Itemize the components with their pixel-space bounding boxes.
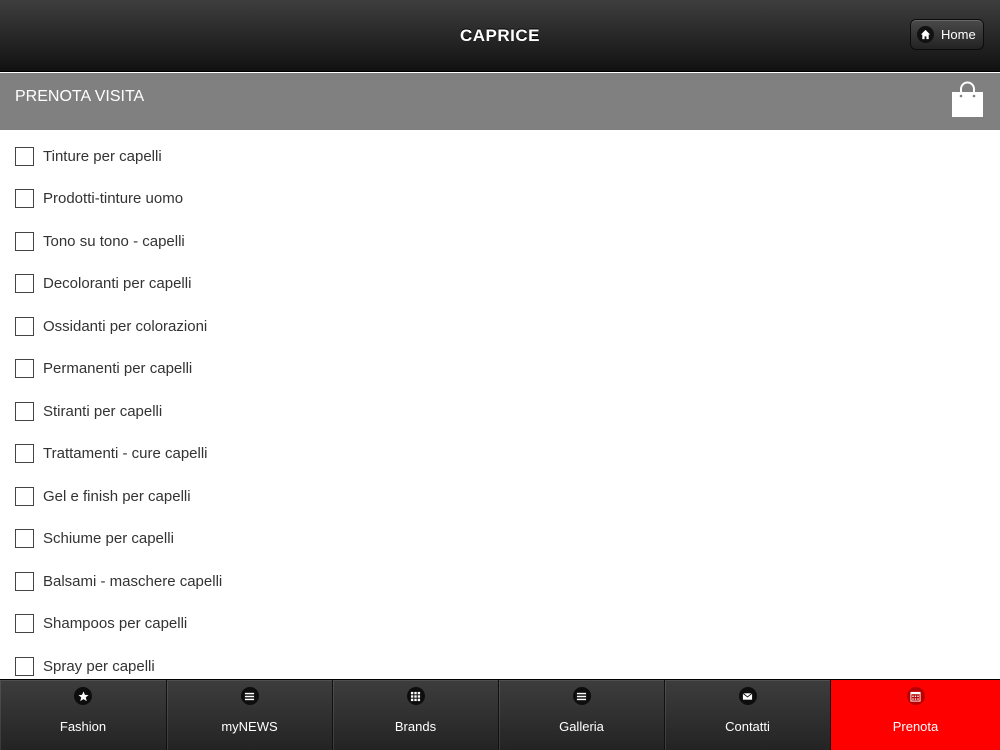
tab-fashion[interactable]: Fashion bbox=[0, 680, 167, 750]
list-item[interactable]: Shampoos per capelli bbox=[0, 608, 600, 638]
section-bar: PRENOTA VISITA bbox=[0, 73, 1000, 130]
bottom-tab-bar: Fashion myNEWS Brands Galleria Contatti bbox=[0, 679, 1000, 750]
list-item[interactable]: Schiume per capelli bbox=[0, 523, 600, 553]
checkbox[interactable] bbox=[15, 571, 34, 591]
checkbox[interactable] bbox=[15, 316, 34, 336]
checkbox[interactable] bbox=[15, 486, 34, 506]
list-item-label: Spray per capelli bbox=[43, 657, 155, 675]
list-item-label: Tono su tono - capelli bbox=[43, 232, 185, 250]
section-title: PRENOTA VISITA bbox=[15, 88, 145, 105]
list-icon bbox=[240, 687, 259, 705]
list-item[interactable]: Decoloranti per capelli bbox=[0, 268, 600, 298]
list-item[interactable]: Stiranti per capelli bbox=[0, 396, 600, 426]
list-item[interactable]: Gel e finish per capelli bbox=[0, 481, 600, 511]
checkbox[interactable] bbox=[15, 528, 34, 548]
tab-mynews[interactable]: myNEWS bbox=[167, 680, 333, 750]
tab-label: Fashion bbox=[59, 719, 107, 734]
list-item[interactable]: Permanenti per capelli bbox=[0, 353, 600, 383]
list-item-label: Tinture per capelli bbox=[43, 147, 162, 165]
mail-icon bbox=[738, 687, 757, 705]
app-title: CAPRICE bbox=[459, 26, 540, 45]
list-item-label: Balsami - maschere capelli bbox=[43, 572, 223, 590]
checkbox[interactable] bbox=[15, 188, 34, 208]
list-item-label: Trattamenti - cure capelli bbox=[43, 444, 208, 462]
tab-label: Brands bbox=[394, 719, 437, 734]
tab-prenota[interactable]: Prenota bbox=[831, 680, 1000, 750]
list-icon bbox=[572, 687, 591, 705]
checkbox[interactable] bbox=[15, 401, 34, 421]
list-item-label: Decoloranti per capelli bbox=[43, 274, 192, 292]
list-item-label: Ossidanti per colorazioni bbox=[43, 317, 208, 335]
list-item-label: Stiranti per capelli bbox=[43, 402, 163, 420]
list-item-label: Schiume per capelli bbox=[43, 529, 174, 547]
tab-galleria[interactable]: Galleria bbox=[499, 680, 665, 750]
list-item[interactable]: Tono su tono - capelli bbox=[0, 226, 600, 256]
list-item[interactable]: Spray per capelli bbox=[0, 651, 600, 681]
tab-label: myNEWS bbox=[221, 719, 278, 734]
home-button[interactable]: Home bbox=[910, 19, 984, 50]
checkbox[interactable] bbox=[15, 273, 34, 293]
checkbox[interactable] bbox=[15, 146, 34, 166]
list-item-label: Permanenti per capelli bbox=[43, 359, 193, 377]
list-item-label: Shampoos per capelli bbox=[43, 614, 188, 632]
checkbox[interactable] bbox=[15, 656, 34, 676]
list-item[interactable]: Balsami - maschere capelli bbox=[0, 566, 600, 596]
list-item[interactable]: Trattamenti - cure capelli bbox=[0, 438, 600, 468]
list-item-label: Gel e finish per capelli bbox=[43, 487, 191, 505]
tab-label: Contatti bbox=[725, 719, 770, 734]
checkbox[interactable] bbox=[15, 231, 34, 251]
list-item[interactable]: Ossidanti per colorazioni bbox=[0, 311, 600, 341]
home-icon bbox=[917, 26, 934, 43]
checkbox[interactable] bbox=[15, 358, 34, 378]
tab-brands[interactable]: Brands bbox=[333, 680, 499, 750]
home-button-label: Home bbox=[941, 27, 976, 42]
tab-label: Prenota bbox=[892, 719, 939, 734]
tab-contatti[interactable]: Contatti bbox=[665, 680, 831, 750]
list-item[interactable]: Prodotti-tinture uomo bbox=[0, 183, 600, 213]
list-item-label: Prodotti-tinture uomo bbox=[43, 189, 184, 207]
star-icon bbox=[74, 687, 92, 705]
checkbox[interactable] bbox=[15, 613, 34, 633]
tab-label: Galleria bbox=[559, 719, 604, 734]
list-item[interactable]: Tinture per capelli bbox=[0, 141, 600, 171]
grid-icon bbox=[406, 687, 425, 705]
top-header: CAPRICE Home bbox=[0, 0, 1000, 72]
calendar-icon bbox=[906, 687, 925, 705]
checkbox[interactable] bbox=[15, 443, 34, 463]
shopping-bag-icon[interactable] bbox=[952, 81, 983, 117]
